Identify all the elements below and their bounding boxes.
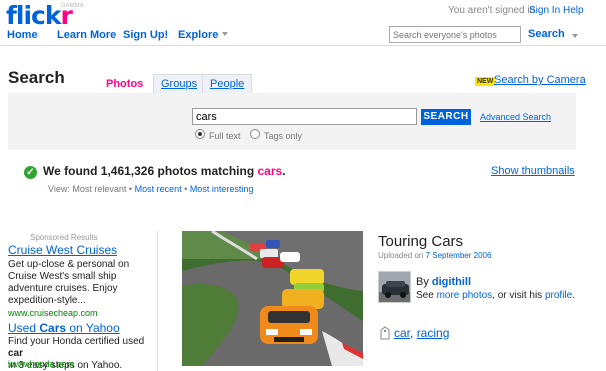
tags-only-radio[interactable] [250, 129, 260, 139]
logo-text: flick [6, 1, 61, 30]
beta-label: GAMMA [61, 3, 84, 9]
profile-link[interactable]: profile [545, 290, 572, 301]
nav-divider [0, 45, 606, 46]
results-term: cars [257, 164, 283, 178]
by-line: By digithill [416, 276, 471, 288]
owner-link[interactable]: digithill [432, 276, 471, 288]
advanced-search-link[interactable]: Advanced Search [480, 112, 551, 122]
view-separator: • [128, 184, 133, 194]
ad-desc-line: Cruise West's small ship [8, 271, 117, 282]
page-title: Search [8, 68, 65, 87]
tag-link[interactable]: racing [417, 326, 450, 340]
ad-description: Get up-close & personal on Cruise West's… [8, 259, 153, 307]
result-photo[interactable] [182, 231, 363, 366]
see-more-line: See more photos, or visit his profile. [416, 290, 575, 301]
tab-people-label: People [210, 78, 245, 90]
global-search-button[interactable]: Search [528, 28, 565, 40]
more-photos-link[interactable]: more photos [437, 290, 493, 301]
tab-groups[interactable]: Groups [153, 74, 206, 93]
check-icon: ✓ [24, 166, 37, 179]
ad-desc-keyword: car [8, 348, 24, 359]
help-link[interactable]: Help [563, 5, 584, 16]
view-most-relevant: Most relevant [72, 184, 127, 194]
ad-url[interactable]: www.honda.com [8, 359, 74, 369]
tag-link[interactable]: car [394, 326, 410, 340]
ad-desc-line: Get up-close & personal on [8, 259, 130, 270]
see-text: See [416, 290, 437, 301]
results-count: We found 1,461,326 photos matching cars. [43, 164, 286, 178]
ad-divider [157, 231, 158, 371]
see-text: . [572, 290, 575, 301]
not-signed-in-text: You aren't signed in [448, 5, 536, 16]
explore-dropdown-icon[interactable] [222, 32, 228, 36]
view-most-recent-link[interactable]: Most recent [135, 184, 182, 194]
ad-title-part: Used [8, 321, 40, 335]
tab-people[interactable]: People [202, 74, 253, 93]
tag-icon [380, 326, 390, 340]
full-text-label: Full text [209, 131, 241, 141]
view-label: View: [48, 184, 70, 194]
view-most-interesting-link[interactable]: Most interesting [190, 184, 254, 194]
upload-info: Uploaded on 7 September 2006 [378, 251, 491, 260]
ad-title[interactable]: Used Cars on Yahoo [8, 321, 120, 335]
avatar[interactable] [378, 271, 411, 303]
ad-desc-line: expedition-style... [8, 295, 86, 306]
nav-learn-more[interactable]: Learn More [57, 29, 116, 41]
search-button[interactable]: SEARCH [421, 109, 471, 125]
search-query-input[interactable] [192, 108, 417, 125]
by-label: By [416, 276, 429, 288]
nav-home[interactable]: Home [7, 29, 38, 41]
upload-date-link[interactable]: 7 September 2006 [426, 251, 492, 260]
search-by-camera-link[interactable]: Search by Camera [494, 74, 586, 86]
photo-title[interactable]: Touring Cars [378, 233, 463, 250]
sign-in-link[interactable]: Sign In [529, 5, 560, 16]
results-count-text: We found 1,461,326 photos matching [43, 164, 258, 178]
view-options: View: Most relevant • Most recent • Most… [48, 184, 253, 194]
ad-title-keyword: Cars [39, 321, 67, 335]
search-dropdown-icon[interactable] [572, 34, 578, 38]
ad-url[interactable]: www.cruisecheap.com [8, 308, 98, 318]
global-search-input[interactable] [389, 26, 521, 43]
tag-separator: , [410, 326, 417, 340]
new-badge: NEW [475, 77, 496, 86]
tab-groups-label: Groups [161, 78, 198, 90]
show-thumbnails-link[interactable]: Show thumbnails [491, 165, 575, 177]
nav-explore[interactable]: Explore [178, 29, 218, 41]
photo-tags: car, racing [394, 326, 449, 340]
sponsored-label: Sponsored Results [30, 233, 98, 242]
tags-only-label: Tags only [264, 131, 303, 141]
ad-desc-line: adventure cruises. Enjoy [8, 283, 118, 294]
nav-sign-up[interactable]: Sign Up! [123, 29, 168, 41]
ad-title-part: on Yahoo [66, 321, 120, 335]
results-count-suffix: . [282, 164, 286, 178]
ad-title[interactable]: Cruise West Cruises [8, 243, 117, 257]
view-separator: • [184, 184, 188, 194]
tab-photos[interactable]: Photos [98, 74, 152, 93]
full-text-radio[interactable] [195, 129, 205, 139]
see-text: , or visit his [492, 290, 545, 301]
ad-desc-line: Find your Honda certified used car [8, 336, 153, 360]
uploaded-label: Uploaded on [378, 251, 426, 260]
ad-desc-part: Find your Honda certified used [8, 336, 145, 347]
